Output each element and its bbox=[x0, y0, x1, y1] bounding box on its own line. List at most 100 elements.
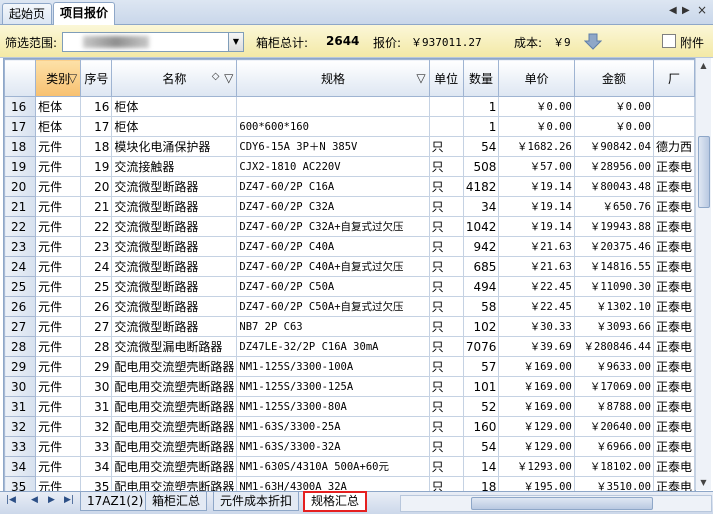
table-row[interactable]: 19 元件 19 交流接触器 CJX2-1810 AC220V 只 508 ￥57.00 ￥28… bbox=[4, 156, 695, 177]
first-sheet-icon[interactable]: |◀ bbox=[6, 495, 16, 505]
amount-cell[interactable]: ￥80043.48 bbox=[573, 176, 654, 197]
name-cell[interactable]: 配电用交流塑壳断路器 bbox=[111, 396, 238, 417]
sheet-tab-17az1[interactable]: 17AZ1(2) bbox=[80, 492, 151, 511]
unit-price-cell[interactable]: ￥169.00 bbox=[498, 376, 575, 397]
index-cell[interactable]: 33 bbox=[80, 436, 113, 457]
quantity-cell[interactable]: 494 bbox=[462, 276, 500, 297]
table-row[interactable]: 35 元件 35 配电用交流塑壳断路器 NM1-63H/4300A 32A 只 18 ￥195… bbox=[4, 476, 695, 491]
name-cell[interactable]: 配电用交流塑壳断路器 bbox=[111, 456, 238, 477]
row-number[interactable]: 29 bbox=[4, 356, 37, 377]
spec-cell[interactable]: NB7 2P C63 bbox=[236, 316, 430, 337]
unit-price-cell[interactable]: ￥129.00 bbox=[498, 436, 575, 457]
name-cell[interactable]: 交流微型漏电断路器 bbox=[111, 336, 238, 357]
table-row[interactable]: 25 元件 25 交流微型断路器 DZ47-60/2P C50A 只 494 ￥22.45 ￥1… bbox=[4, 276, 695, 297]
table-row[interactable]: 21 元件 21 交流微型断路器 DZ47-60/2P C32A 只 34 ￥19.14 ￥65… bbox=[4, 196, 695, 217]
scrollbar-thumb[interactable] bbox=[471, 497, 653, 510]
table-row[interactable]: 18 元件 18 模块化电涌保护器 CDY6-15A 3P＋N 385V 只 54 ￥1682… bbox=[4, 136, 695, 157]
manufacturer-cell[interactable]: 正泰电 bbox=[652, 216, 695, 237]
manufacturer-cell[interactable]: 正泰电 bbox=[652, 296, 695, 317]
manufacturer-cell[interactable]: 正泰电 bbox=[652, 336, 695, 357]
unit-cell[interactable]: 只 bbox=[428, 136, 464, 157]
manufacturer-cell[interactable] bbox=[652, 116, 695, 137]
category-cell[interactable]: 元件 bbox=[35, 416, 82, 437]
chevron-down-icon[interactable]: ▼ bbox=[228, 33, 243, 51]
column-header-index[interactable]: 序号 bbox=[80, 59, 113, 97]
row-number[interactable]: 32 bbox=[4, 416, 37, 437]
name-cell[interactable]: 模块化电涌保护器 bbox=[111, 136, 238, 157]
close-icon[interactable]: × bbox=[697, 3, 707, 17]
tab-scroll-left-icon[interactable]: ◀ bbox=[669, 5, 677, 16]
unit-price-cell[interactable]: ￥129.00 bbox=[498, 416, 575, 437]
manufacturer-cell[interactable]: 正泰电 bbox=[652, 416, 695, 437]
category-cell[interactable]: 元件 bbox=[35, 136, 82, 157]
manufacturer-cell[interactable]: 正泰电 bbox=[652, 356, 695, 377]
unit-cell[interactable]: 只 bbox=[428, 396, 464, 417]
index-cell[interactable]: 18 bbox=[80, 136, 113, 157]
spec-cell[interactable]: DZ47-60/2P C50A+自复式过欠压 bbox=[236, 296, 430, 317]
name-cell[interactable]: 交流微型断路器 bbox=[111, 316, 238, 337]
table-row[interactable]: 26 元件 26 交流微型断路器 DZ47-60/2P C50A+自复式过欠压只 58 ￥2… bbox=[4, 296, 695, 317]
row-number[interactable]: 24 bbox=[4, 256, 37, 277]
name-cell[interactable]: 交流微型断路器 bbox=[111, 196, 238, 217]
quantity-cell[interactable]: 1 bbox=[462, 116, 500, 137]
manufacturer-cell[interactable]: 正泰电 bbox=[652, 176, 695, 197]
table-row[interactable]: 31 元件 31 配电用交流塑壳断路器 NM1-125S/3300-80A 只 52 ￥169… bbox=[4, 396, 695, 417]
unit-price-cell[interactable]: ￥19.14 bbox=[498, 216, 575, 237]
quantity-cell[interactable]: 52 bbox=[462, 396, 500, 417]
manufacturer-cell[interactable]: 正泰电 bbox=[652, 316, 695, 337]
spec-cell[interactable]: DZ47-60/2P C40A+自复式过欠压 bbox=[236, 256, 430, 277]
table-row[interactable]: 34 元件 34 配电用交流塑壳断路器 NM1-630S/4310A 500A+60元只… bbox=[4, 456, 695, 477]
row-number[interactable]: 26 bbox=[4, 296, 37, 317]
manufacturer-cell[interactable]: 正泰电 bbox=[652, 276, 695, 297]
name-cell[interactable]: 交流微型断路器 bbox=[111, 216, 238, 237]
index-cell[interactable]: 27 bbox=[80, 316, 113, 337]
table-row[interactable]: 27 元件 27 交流微型断路器 NB7 2P C63 只 102 ￥30.33 ￥3093.6… bbox=[4, 316, 695, 337]
category-cell[interactable]: 元件 bbox=[35, 156, 82, 177]
column-header-unit-price[interactable]: 单价 bbox=[498, 59, 575, 97]
category-cell[interactable]: 元件 bbox=[35, 296, 82, 317]
index-cell[interactable]: 20 bbox=[80, 176, 113, 197]
category-cell[interactable]: 元件 bbox=[35, 336, 82, 357]
unit-cell[interactable]: 只 bbox=[428, 196, 464, 217]
amount-cell[interactable]: ￥3093.66 bbox=[573, 316, 654, 337]
name-cell[interactable]: 交流微型断路器 bbox=[111, 236, 238, 257]
sheet-tab-spec-summary[interactable]: 规格汇总 bbox=[302, 491, 368, 512]
amount-cell[interactable]: ￥6966.00 bbox=[573, 436, 654, 457]
unit-cell[interactable]: 只 bbox=[428, 256, 464, 277]
category-cell[interactable]: 元件 bbox=[35, 256, 82, 277]
index-cell[interactable]: 17 bbox=[80, 116, 113, 137]
unit-cell[interactable]: 只 bbox=[428, 436, 464, 457]
down-arrow-icon[interactable] bbox=[584, 32, 602, 50]
row-number[interactable]: 30 bbox=[4, 376, 37, 397]
unit-cell[interactable]: 只 bbox=[428, 276, 464, 297]
unit-cell[interactable]: 只 bbox=[428, 416, 464, 437]
name-cell[interactable]: 交流微型断路器 bbox=[111, 276, 238, 297]
quantity-cell[interactable]: 54 bbox=[462, 136, 500, 157]
amount-cell[interactable]: ￥20640.00 bbox=[573, 416, 654, 437]
manufacturer-cell[interactable]: 正泰电 bbox=[652, 256, 695, 277]
manufacturer-cell[interactable]: 正泰电 bbox=[652, 396, 695, 417]
table-row[interactable]: 22 元件 22 交流微型断路器 DZ47-60/2P C32A+自复式过欠压只 1042… bbox=[4, 216, 695, 237]
unit-price-cell[interactable]: ￥30.33 bbox=[498, 316, 575, 337]
manufacturer-cell[interactable]: 正泰电 bbox=[652, 456, 695, 477]
unit-price-cell[interactable]: ￥19.14 bbox=[498, 176, 575, 197]
scroll-down-icon[interactable]: ▼ bbox=[696, 475, 711, 490]
index-cell[interactable]: 31 bbox=[80, 396, 113, 417]
quantity-cell[interactable]: 942 bbox=[462, 236, 500, 257]
category-cell[interactable]: 元件 bbox=[35, 316, 82, 337]
table-row[interactable]: 29 元件 29 配电用交流塑壳断路器 NM1-125S/3300-100A 只 57 ￥16… bbox=[4, 356, 695, 377]
row-number[interactable]: 34 bbox=[4, 456, 37, 477]
name-cell[interactable]: 配电用交流塑壳断路器 bbox=[111, 436, 238, 457]
horizontal-scrollbar[interactable] bbox=[400, 495, 712, 512]
spec-cell[interactable]: DZ47-60/2P C40A bbox=[236, 236, 430, 257]
row-number[interactable]: 35 bbox=[4, 476, 37, 491]
column-header-manufacturer[interactable]: 厂 bbox=[652, 59, 695, 97]
unit-cell[interactable]: 只 bbox=[428, 476, 464, 491]
sort-icon[interactable]: ◇ bbox=[212, 71, 220, 82]
unit-cell[interactable]: 只 bbox=[428, 356, 464, 377]
quantity-cell[interactable]: 57 bbox=[462, 356, 500, 377]
index-cell[interactable]: 35 bbox=[80, 476, 113, 491]
unit-cell[interactable]: 只 bbox=[428, 156, 464, 177]
next-sheet-icon[interactable]: ▶ bbox=[48, 495, 55, 505]
quantity-cell[interactable]: 1042 bbox=[462, 216, 500, 237]
